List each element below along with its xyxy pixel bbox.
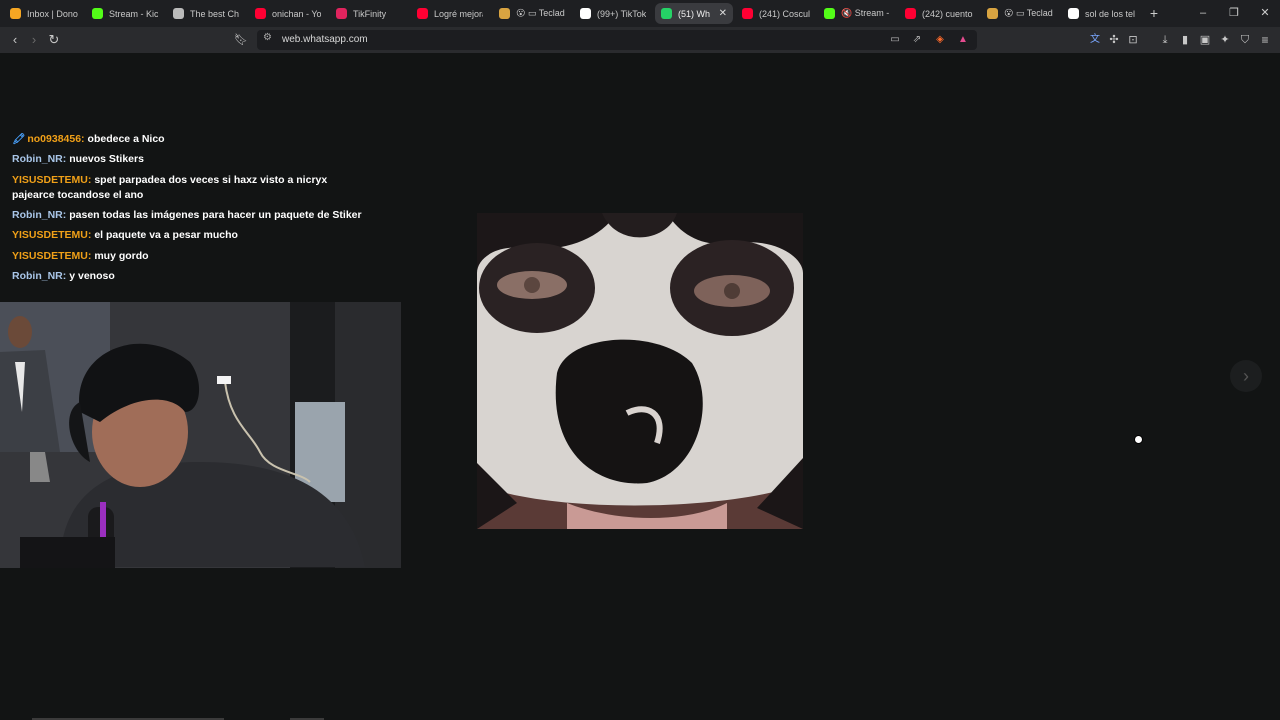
browser-tab[interactable]: (241) Cosculli <box>736 3 816 24</box>
forward-icon[interactable]: › <box>25 31 43 49</box>
window-close-button[interactable]: ✕ <box>1255 4 1275 22</box>
browser-tab[interactable]: TikFinity <box>330 3 408 24</box>
tab-title: onichan - You <box>272 8 321 19</box>
vpn-icon[interactable]: ⛉ <box>1236 31 1254 49</box>
chat-message: YISUSDETEMU: spet parpadea dos veces si h… <box>12 173 342 203</box>
close-tab-icon[interactable]: ✕ <box>719 8 727 19</box>
address-bar[interactable]: ⚙ web.whatsapp.com ▭ ⇗ ◈ ▲ <box>257 30 977 50</box>
next-media-button[interactable]: › <box>1230 360 1262 392</box>
chat-text: obedece a Nico <box>87 133 165 145</box>
url-text[interactable]: web.whatsapp.com <box>282 34 368 45</box>
browser-tab[interactable]: 🔇 Stream - I <box>818 3 896 24</box>
chat-message: Robin_NR: nuevos Stikers <box>12 152 387 167</box>
translate-icon[interactable]: 文 <box>1086 31 1104 49</box>
browser-toolbar: ‹ › ↻ 🔖︎ ⚙ web.whatsapp.com ▭ ⇗ ◈ ▲ 文 ✣ … <box>0 27 1280 53</box>
site-info-icon[interactable]: ⚙ <box>263 32 272 43</box>
extensions-icon[interactable]: ✣ <box>1105 31 1123 49</box>
chat-text: el paquete va a pesar mucho <box>94 229 238 241</box>
google-icon <box>1068 8 1079 19</box>
youtube-icon <box>742 8 753 19</box>
brave-rewards-icon[interactable]: ▲ <box>955 32 971 48</box>
tab-title: 😮 ▭ Teclad <box>516 8 565 18</box>
browser-tab[interactable]: onichan - You <box>249 3 327 24</box>
browser-tab[interactable]: 😮 ▭ Teclad <box>981 3 1061 24</box>
reload-icon[interactable]: ↻ <box>45 31 63 49</box>
tab-title: sol de los tel <box>1085 8 1136 19</box>
tab-title: 😮 ▭ Teclad <box>1004 8 1053 18</box>
kick-icon <box>92 8 103 19</box>
chat-username: YISUSDETEMU: <box>12 174 92 186</box>
wallet-icon[interactable]: ▣ <box>1196 31 1214 49</box>
chat-message: Robin_NR: y venoso <box>12 269 387 284</box>
tikfinity-icon <box>336 8 347 19</box>
mail-icon <box>10 8 21 19</box>
brave-shields-icon[interactable]: ◈ <box>932 32 948 48</box>
tab-title: 🔇 Stream - I <box>841 8 890 18</box>
chat-message: YISUSDETEMU: muy gordo <box>12 249 387 264</box>
share-icon[interactable]: ⇗ <box>909 32 925 48</box>
chat-text: pasen todas las imágenes para hacer un p… <box>69 209 362 221</box>
menu-icon[interactable]: ≡ <box>1256 31 1274 49</box>
leo-ai-icon[interactable]: ✦ <box>1216 31 1234 49</box>
screenshot-icon[interactable]: ⊡ <box>1124 31 1142 49</box>
sticker-image <box>477 213 803 529</box>
sidebar-icon[interactable]: ▮ <box>1176 31 1194 49</box>
browser-tab[interactable]: (242) cuentos <box>899 3 979 24</box>
browser-tab[interactable]: (51) Wh ✕ <box>655 3 733 24</box>
browser-tab[interactable]: The best Cha <box>167 3 245 24</box>
chat-username: no0938456: <box>27 133 85 145</box>
chat-username: YISUSDETEMU: <box>12 250 92 262</box>
youtube-icon <box>417 8 428 19</box>
webcam-image <box>0 302 401 568</box>
chat-message: 🖍 no0938456: obedece a Nico <box>12 132 387 147</box>
folder-icon <box>987 8 998 19</box>
tab-title: (242) cuentos <box>922 8 973 19</box>
browser-tab[interactable]: Logré mejora <box>411 3 489 24</box>
chat-username: YISUSDETEMU: <box>12 229 92 241</box>
chat-message: Robin_NR: pasen todas las imágenes para h… <box>12 208 392 223</box>
folder-icon <box>499 8 510 19</box>
browser-tab[interactable]: 😮 ▭ Teclad <box>493 3 571 24</box>
maximize-button[interactable]: ❐ <box>1224 4 1244 22</box>
kick-icon <box>824 8 835 19</box>
browser-tab[interactable]: (99+) TikTok <box>574 3 652 24</box>
shield-icon <box>173 8 184 19</box>
chat-username: Robin_NR: <box>12 153 67 165</box>
whatsapp-media-viewer[interactable] <box>477 213 803 529</box>
mouse-cursor-icon <box>1134 435 1143 444</box>
pencil-emote-icon: 🖍 <box>12 133 26 145</box>
youtube-icon <box>255 8 266 19</box>
browser-tab-strip: Inbox | Dono Stream - Kick The best Cha oni… <box>0 0 1280 27</box>
chat-text: muy gordo <box>94 250 149 262</box>
back-icon[interactable]: ‹ <box>6 31 24 49</box>
chevron-right-icon: › <box>1243 366 1249 386</box>
tab-title: (99+) TikTok <box>597 8 646 19</box>
tab-title: Stream - Kick <box>109 8 158 19</box>
youtube-icon <box>905 8 916 19</box>
chat-username: Robin_NR: <box>12 209 67 221</box>
tab-title: Logré mejora <box>434 8 483 19</box>
chat-message: YISUSDETEMU: el paquete va a pesar mucho <box>12 228 387 243</box>
minimize-button[interactable]: – <box>1193 4 1213 22</box>
chat-text: y venoso <box>69 270 115 282</box>
new-tab-button[interactable]: + <box>1145 4 1163 22</box>
tab-title: Inbox | Dono <box>27 8 78 19</box>
browser-tab[interactable]: Stream - Kick <box>86 3 164 24</box>
tiktok-icon <box>580 8 591 19</box>
chat-text: nuevos Stikers <box>69 153 144 165</box>
browser-tab[interactable]: Inbox | Dono <box>4 3 84 24</box>
tab-title: (241) Cosculli <box>759 8 810 19</box>
cast-icon[interactable]: ▭ <box>887 32 903 48</box>
chat-username: Robin_NR: <box>12 270 67 282</box>
tab-title: The best Cha <box>190 8 239 19</box>
webcam-feed <box>0 302 401 568</box>
tab-title: (51) Wh <box>678 8 711 19</box>
browser-tab[interactable]: sol de los tel <box>1062 3 1142 24</box>
tab-title: TikFinity <box>353 8 387 19</box>
bookmark-icon[interactable]: 🔖︎ <box>232 31 250 49</box>
download-icon[interactable]: ⤓ <box>1156 31 1174 49</box>
whatsapp-icon <box>661 8 672 19</box>
